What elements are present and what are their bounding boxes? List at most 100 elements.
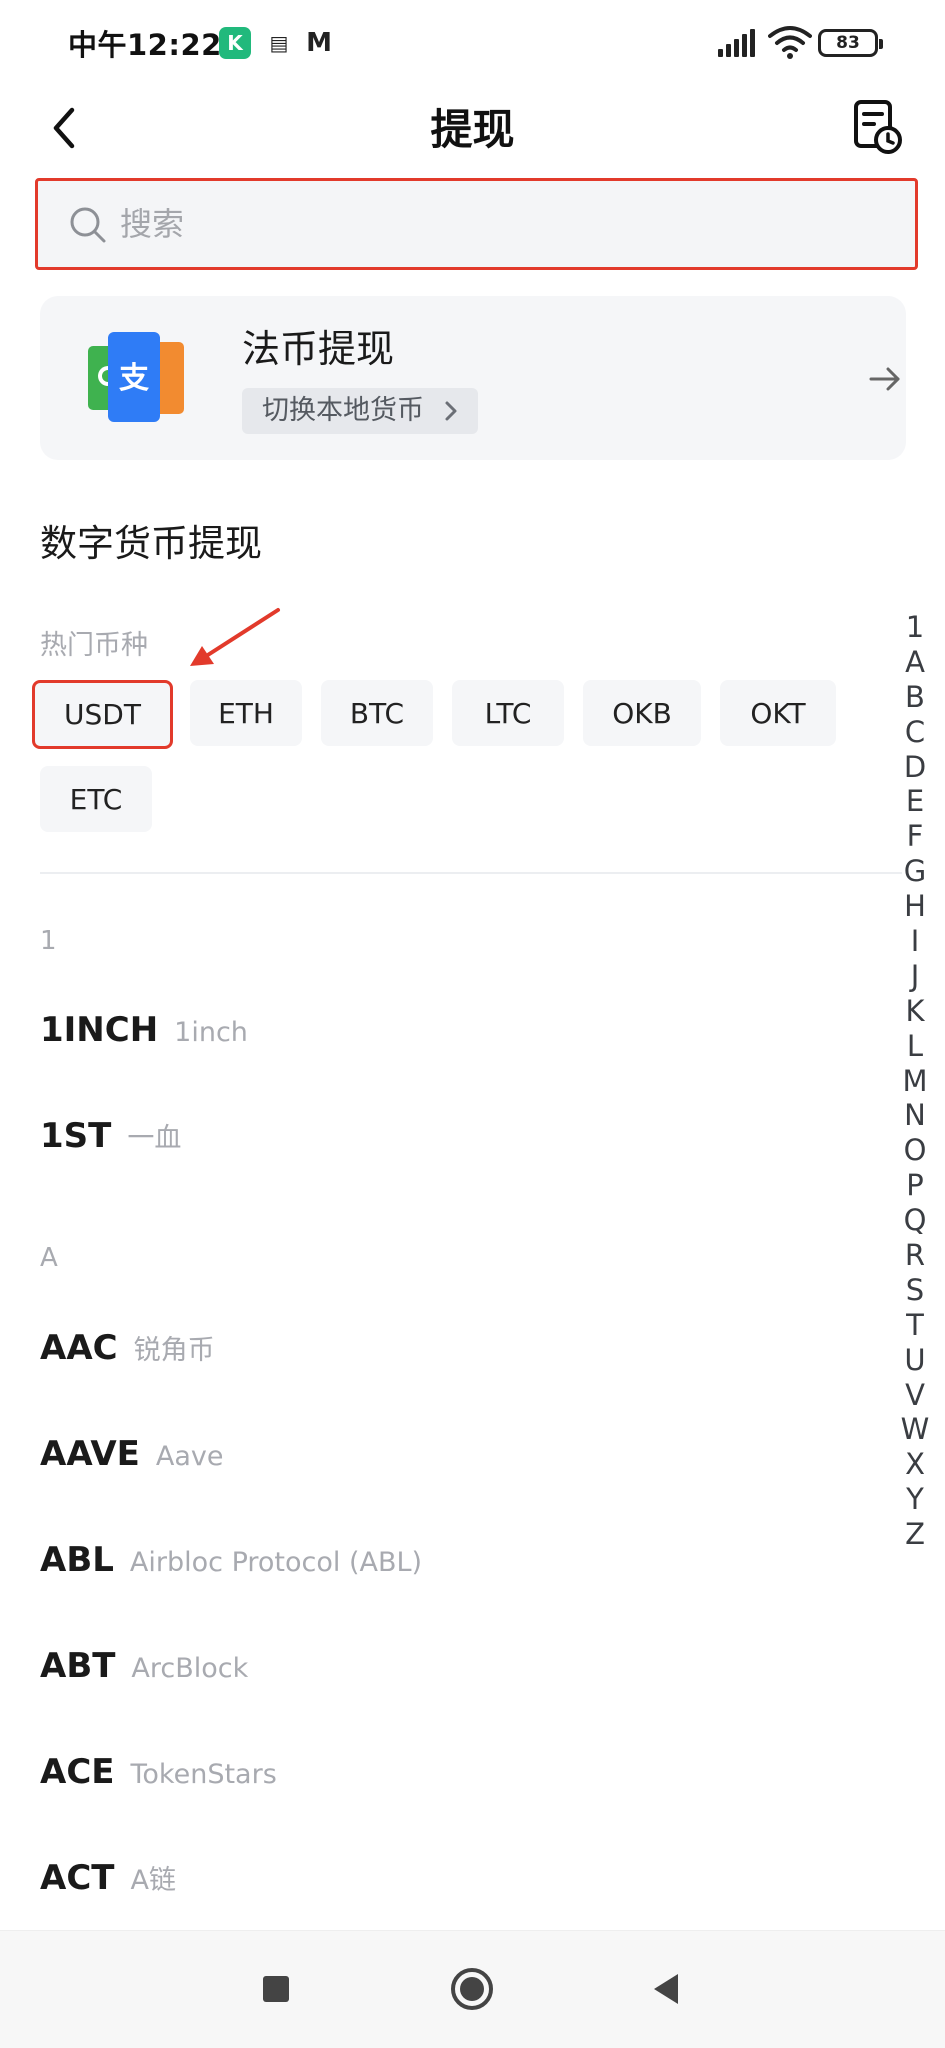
recents-button[interactable] <box>246 1959 306 2019</box>
list-item[interactable]: 1INCH 1inch <box>40 1010 880 1080</box>
coin-symbol: AAC <box>40 1328 118 1368</box>
battery-indicator: 83 <box>818 29 883 57</box>
mail-icon: M <box>306 28 332 58</box>
switch-currency-label: 切换本地货币 <box>262 395 424 426</box>
group-letter: 1 <box>40 926 57 956</box>
section-divider <box>40 872 902 874</box>
coin-name: A链 <box>130 1865 176 1896</box>
coin-chip-label: ETH <box>218 696 274 730</box>
search-box[interactable] <box>35 178 918 270</box>
coin-chip-etc[interactable]: ETC <box>40 766 152 832</box>
index-letter[interactable]: D <box>898 750 932 785</box>
fiat-card-title: 法币提现 <box>242 327 395 371</box>
index-letter[interactable]: C <box>898 715 932 750</box>
coin-name: Aave <box>155 1441 224 1472</box>
index-letter[interactable]: A <box>898 645 932 680</box>
index-letter[interactable]: P <box>898 1168 932 1203</box>
coin-name: ArcBlock <box>131 1653 249 1684</box>
index-letter[interactable]: 1 <box>898 610 932 645</box>
index-letter[interactable]: Y <box>898 1482 932 1517</box>
list-item[interactable]: ACE TokenStars <box>40 1752 880 1822</box>
list-item[interactable]: AAVE Aave <box>40 1434 880 1504</box>
status-bar: 中午12:22 K ▤ M 83 <box>0 0 945 84</box>
index-letter[interactable]: Q <box>898 1203 932 1238</box>
switch-currency-button[interactable]: 切换本地货币 <box>242 388 478 434</box>
signal-icon <box>718 29 758 57</box>
coin-chip-btc[interactable]: BTC <box>321 680 433 746</box>
triangle-back-icon <box>654 1974 678 2004</box>
coin-symbol: ABT <box>40 1646 116 1686</box>
coin-name: Airbloc Protocol (ABL) <box>129 1547 423 1578</box>
annotation-arrow-icon <box>190 608 280 666</box>
index-letter[interactable]: O <box>898 1133 932 1168</box>
index-letter[interactable]: X <box>898 1447 932 1482</box>
group-letter: A <box>40 1243 58 1273</box>
kucoin-icon: K <box>219 27 251 59</box>
arrow-right-icon <box>869 367 900 391</box>
back-nav-button[interactable] <box>636 1959 696 2019</box>
index-letter[interactable]: N <box>898 1098 932 1133</box>
index-letter[interactable]: F <box>898 819 932 854</box>
coin-chip-okb[interactable]: OKB <box>583 680 701 746</box>
coin-chip-okt[interactable]: OKT <box>720 680 836 746</box>
list-item[interactable]: ACT A链 <box>40 1858 880 1928</box>
coin-symbol: ACE <box>40 1752 115 1792</box>
square-icon <box>263 1976 289 2002</box>
coin-symbol: ACT <box>40 1858 115 1898</box>
list-item[interactable]: ABL Airbloc Protocol (ABL) <box>40 1540 880 1610</box>
index-letter[interactable]: E <box>898 784 932 819</box>
list-item[interactable]: 1ST 一血 <box>40 1116 880 1186</box>
coin-name: 锐角币 <box>133 1335 215 1366</box>
coin-symbol: 1INCH <box>40 1010 159 1050</box>
index-letter[interactable]: V <box>898 1378 932 1413</box>
search-input[interactable] <box>120 195 880 253</box>
index-letter[interactable]: T <box>898 1308 932 1343</box>
coin-chip-eth[interactable]: ETH <box>190 680 302 746</box>
index-letter[interactable]: I <box>898 924 932 959</box>
coin-chip-label: BTC <box>349 696 405 730</box>
index-letter[interactable]: S <box>898 1273 932 1308</box>
index-letter[interactable]: M <box>898 1064 932 1099</box>
circle-icon <box>451 1968 493 2010</box>
home-button[interactable] <box>442 1959 502 2019</box>
list-item[interactable]: AAC 锐角币 <box>40 1328 880 1398</box>
index-letter[interactable]: U <box>898 1343 932 1378</box>
index-letter[interactable]: J <box>898 959 932 994</box>
status-time: 中午12:22 <box>68 28 222 62</box>
coin-chip-label: OKT <box>750 696 806 730</box>
svg-text:支: 支 <box>119 361 149 396</box>
index-letter[interactable]: R <box>898 1238 932 1273</box>
coin-symbol: 1ST <box>40 1116 112 1156</box>
fiat-payment-icon: 支 <box>88 332 184 422</box>
chevron-right-icon <box>445 401 457 421</box>
index-letter[interactable]: H <box>898 889 932 924</box>
coin-chip-label: LTC <box>484 696 532 730</box>
index-letter[interactable]: W <box>898 1412 932 1447</box>
coin-chip-label: USDT <box>64 698 141 731</box>
index-letter[interactable]: K <box>898 994 932 1029</box>
coin-chip-usdt[interactable]: USDT <box>32 680 173 749</box>
coin-chip-label: OKB <box>612 696 672 730</box>
wifi-icon <box>768 26 812 59</box>
system-nav-bar <box>0 1930 945 2048</box>
coin-symbol: ABL <box>40 1540 114 1580</box>
alphabet-index: 1ABCDEFGHIJKLMNOPQRSTUVWXYZ <box>898 610 932 1552</box>
hot-coins-label: 热门币种 <box>40 630 148 661</box>
index-letter[interactable]: G <box>898 854 932 889</box>
coin-symbol: AAVE <box>40 1434 140 1474</box>
doc-icon: ▤ <box>269 31 289 55</box>
crypto-withdraw-heading: 数字货币提现 <box>40 522 262 565</box>
list-item[interactable]: ABT ArcBlock <box>40 1646 880 1716</box>
page-title: 提现 <box>430 105 515 154</box>
history-icon[interactable] <box>850 96 904 156</box>
coin-name: 1inch <box>174 1017 248 1048</box>
coin-name: 一血 <box>127 1123 182 1154</box>
fiat-withdraw-card[interactable]: 支 法币提现 切换本地货币 <box>40 296 906 460</box>
search-icon <box>70 207 106 243</box>
coin-chip-ltc[interactable]: LTC <box>452 680 564 746</box>
index-letter[interactable]: Z <box>898 1517 932 1552</box>
coin-name: TokenStars <box>130 1759 277 1790</box>
coin-chip-label: ETC <box>69 782 123 816</box>
index-letter[interactable]: B <box>898 680 932 715</box>
index-letter[interactable]: L <box>898 1029 932 1064</box>
